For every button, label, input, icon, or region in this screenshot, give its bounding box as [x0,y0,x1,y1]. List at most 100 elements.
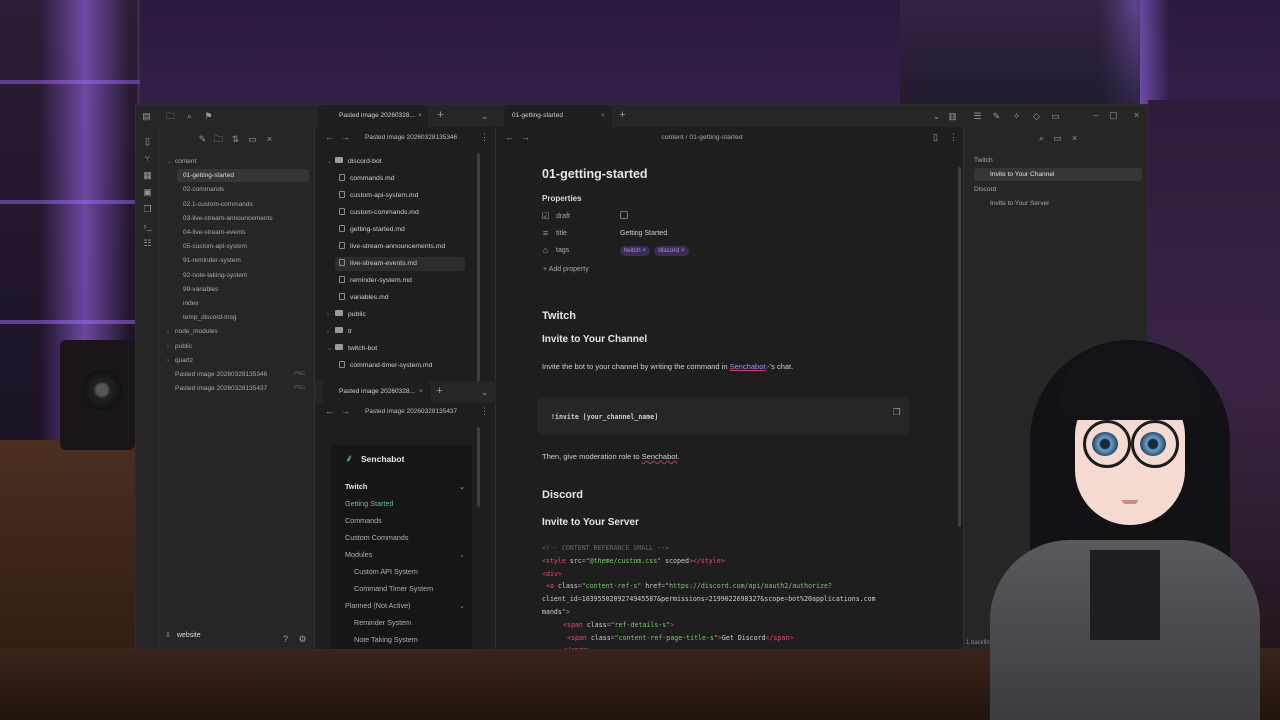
reading-view-icon[interactable]: ▯ [929,131,942,144]
minimize-button[interactable]: – [1089,109,1102,122]
scrollbar[interactable] [477,153,480,383]
file-item[interactable]: 01-getting-started [177,169,309,183]
forward-arrow-icon[interactable]: → [339,405,352,418]
new-tab-icon[interactable]: + [616,109,629,122]
file-item[interactable]: 03-live-stream-announcements [183,212,309,225]
close-window-button[interactable]: × [1130,109,1143,122]
grid-icon[interactable]: ▦ [141,169,154,182]
folder-icon[interactable]: 🗀 [164,110,177,123]
tags-field[interactable]: twitch × discord × [620,245,693,256]
file-item[interactable]: 04-live-stream-events [183,226,309,239]
outline-item[interactable]: Twitch [970,154,1142,167]
glasses-lens [1131,420,1179,468]
senchabot-link[interactable]: Senchabot [730,362,766,371]
scrollbar[interactable] [477,427,480,507]
copy-icon[interactable]: ❐ [141,203,154,216]
folder-item[interactable]: › public [167,340,309,353]
ribbon: ▯ ⑂ ▦ ▣ ❐ ›_ ☷ [136,127,159,649]
site-nav-item: Custom API System [354,565,464,579]
folder-item[interactable]: › node_modules [167,325,309,338]
chevron-down-icon[interactable]: ⌄ [930,110,943,123]
file-item[interactable]: index [183,297,309,310]
new-folder-icon[interactable]: 🗀 [212,133,225,146]
scrollbar[interactable] [958,167,961,527]
outline-item[interactable]: Invite to Your Channel [974,168,1142,182]
tag-pill[interactable]: twitch × [620,246,651,256]
file-icon [339,208,345,215]
sidebar-right-toggle-icon[interactable]: ▥ [946,110,959,123]
prop-title-value[interactable]: Getting Started [620,230,667,237]
collapse-icon[interactable]: ▭ [246,133,259,146]
help-icon[interactable]: ? [279,633,292,646]
properties-heading[interactable]: Properties [542,194,582,203]
file-row: live-stream-announcements.md [335,240,465,254]
folder-item[interactable]: ⌄ content [167,155,309,168]
calendar-icon[interactable]: ▣ [141,186,154,199]
back-arrow-icon[interactable]: ← [323,131,336,144]
sidebar-toggle-icon[interactable]: ▤ [140,110,153,123]
file-icon[interactable]: ▯ [141,135,154,148]
item-label: custom-api-system.md [350,192,419,199]
file-item[interactable]: 99-variables [183,283,309,296]
vault-switcher[interactable]: ⇕ website [165,631,201,639]
folder-item[interactable]: › quartz [167,354,309,367]
search-icon[interactable]: ⌕ [1035,132,1048,145]
file-item[interactable]: 91-reminder-system [183,254,309,267]
prop-draft-label[interactable]: draft [556,213,570,220]
file-item[interactable]: temp_discord-msg [183,311,309,324]
search-icon[interactable]: ⌕ [183,110,196,123]
more-options-icon[interactable]: ⋮ [478,131,491,144]
more-options-icon[interactable]: ⋮ [947,131,960,144]
forward-arrow-icon[interactable]: → [339,131,352,144]
gear-icon[interactable]: ⚙ [296,633,309,646]
tag-pill[interactable]: discord × [654,246,689,256]
close-icon[interactable]: × [263,133,276,146]
close-icon[interactable]: × [418,105,422,127]
new-note-icon[interactable]: ✎ [196,133,209,146]
terminal-icon[interactable]: ›_ [141,220,154,233]
prop-title-label[interactable]: title [556,230,567,237]
outline-icon[interactable]: ☰ [971,110,984,123]
file-explorer: ✎ 🗀 ⇅ ▭ × ⌄ content 01-getting-started 02-c… [159,127,315,649]
tab-editor[interactable]: 01-getting-started × [504,105,612,127]
file-item[interactable]: 05-custom-api-system [183,240,309,253]
archive-icon[interactable]: ▭ [1049,110,1062,123]
add-property-button[interactable]: + Add property [543,266,589,273]
file-item[interactable]: 02.1-custom-commands [183,198,309,211]
tag-icon[interactable]: ◇ [1030,110,1043,123]
file-icon [339,361,345,368]
image-header: Pasted image 20260328135346 [365,134,458,141]
bookmark-icon[interactable]: ⚑ [202,110,215,123]
file-item[interactable]: 92-note-taking-system [183,269,309,282]
new-tab-icon[interactable]: + [434,109,447,122]
prop-tags-label[interactable]: tags [556,247,569,254]
item-label: 99-variables [183,285,219,293]
copy-icon[interactable]: ❐ [890,406,903,419]
list-icon[interactable]: ☷ [141,237,154,250]
chevron-down-icon[interactable]: ⌄ [478,386,491,399]
draft-checkbox[interactable] [620,211,628,219]
outline-item[interactable]: Invite to Your Server [974,197,1142,210]
close-icon[interactable]: × [601,105,605,127]
file-item[interactable]: Pasted image 20260328135346 PNG [175,368,309,381]
new-tab-icon[interactable]: + [433,385,446,398]
file-icon [339,174,345,181]
collapse-icon[interactable]: × [1068,132,1081,145]
sort-icon[interactable]: ⇅ [229,133,242,146]
chevron-down-icon[interactable]: ⌄ [478,110,491,123]
more-options-icon[interactable]: ⋮ [478,405,491,418]
file-row: custom-api-system.md [335,189,465,203]
file-item[interactable]: Pasted image 20260328135437 PNG [175,382,309,395]
tab-pasted-image-bottom[interactable]: Pasted image 20260328... × [323,381,431,403]
outline-toggle-icon[interactable]: ▭ [1051,132,1064,145]
tab-pasted-image-top[interactable]: Pasted image 20260328... × [318,105,428,127]
file-item[interactable]: 02-commands [183,183,309,196]
plugin-icon[interactable]: ✧ [1010,110,1023,123]
file-ext-badge: PNG [294,385,305,392]
back-arrow-icon[interactable]: ← [323,405,336,418]
graph-icon[interactable]: ⑂ [141,152,154,165]
paint-icon[interactable]: ✎ [990,110,1003,123]
outline-item[interactable]: Discord [970,183,1142,196]
maximize-button[interactable]: ▢ [1107,109,1120,122]
close-icon[interactable]: × [419,381,423,403]
